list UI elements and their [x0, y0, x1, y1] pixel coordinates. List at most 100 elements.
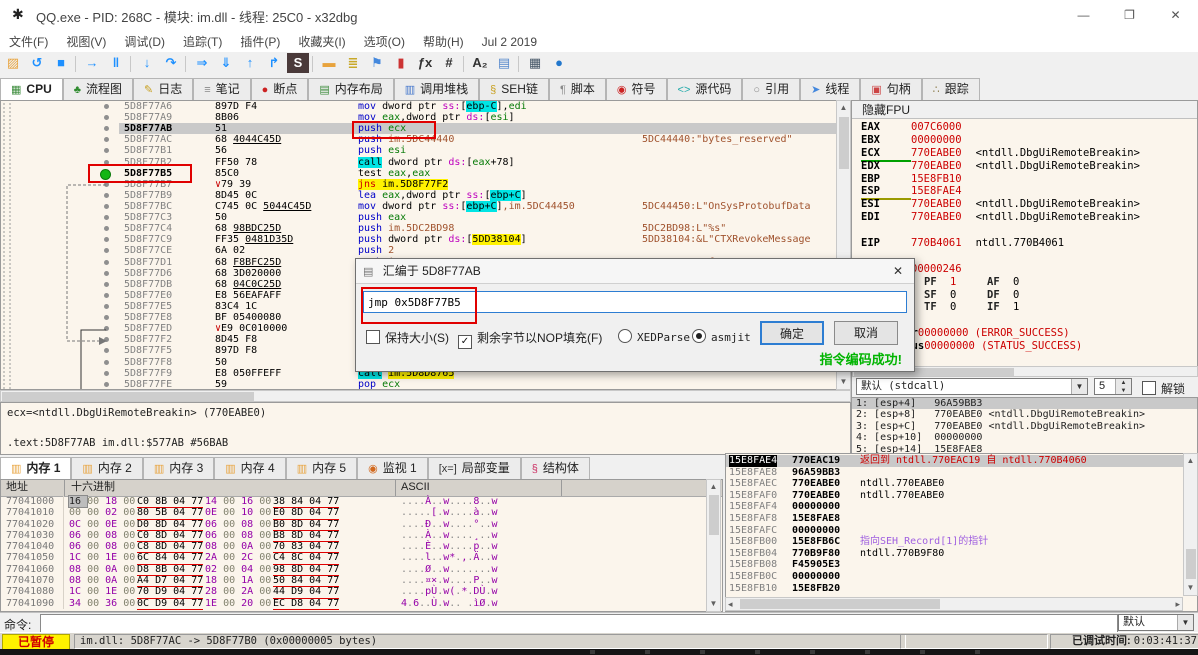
build-date[interactable]: Jul 2 2019: [473, 32, 546, 52]
function-icon[interactable]: ƒx: [414, 53, 436, 73]
stack-row[interactable]: 15E8FAE4 770EAC19 返回到 ntdll.770EAC19 自 ntd…: [726, 455, 1197, 467]
memory-row[interactable]: 77041060 08 00 0A 00 D8 8B 04 77 02 00 04 0…: [1, 563, 722, 577]
tab-memory-map[interactable]: ▤ 内存布局: [308, 78, 394, 100]
memory-row[interactable]: 77041010 00 00 02 00 80 5B 04 77 0E 00 10 0…: [1, 507, 722, 520]
stop-icon[interactable]: ■: [50, 53, 72, 73]
tab-locals[interactable]: [x=] 局部变量: [427, 457, 521, 479]
nop-fill-checkbox[interactable]: ✓ 剩余字节以NOP填充(F): [458, 329, 602, 349]
taskbar-icon[interactable]: [920, 650, 925, 654]
argument-row[interactable]: 3: [esp+C] 770EABE0 <ntdll.DbgUiRemoteBr…: [852, 421, 1197, 432]
register-row[interactable]: ECX 770EABE0 <ntdll.DbgUiRemoteBreakin>: [852, 147, 1197, 162]
register-row[interactable]: EIP 770B4061 ntdll.770B4061: [852, 237, 1197, 250]
register-row[interactable]: EDI 770EABE0 <ntdll.DbgUiRemoteBreakin>: [852, 211, 1197, 224]
stack-row[interactable]: 15E8FB00 15E8FB6C 指向SEH_Record[1]的指针: [726, 536, 1197, 548]
arg-count-stepper[interactable]: 5 ▲ ▼: [1094, 378, 1132, 395]
tab-script[interactable]: ¶ 脚本: [548, 78, 606, 100]
fpu-toggle[interactable]: 隐藏FPU: [852, 101, 1197, 119]
memory-row[interactable]: 77041070 08 00 0A 00 A4 D7 04 77 18 00 1A 0…: [1, 575, 722, 588]
stack-row[interactable]: 15E8FB10 15E8FB20: [726, 583, 1197, 595]
step-out-icon[interactable]: ↑: [239, 53, 261, 73]
tab-handles[interactable]: ▣ 句柄: [860, 78, 922, 100]
memory-row[interactable]: 77041050 1C 00 1E 00 6C 84 04 77 2A 00 2C 0…: [1, 552, 722, 565]
stack-row[interactable]: 15E8FAFC 00000000: [726, 525, 1197, 537]
memory-row[interactable]: 77041020 0C 00 0E 00 D0 8D 04 77 06 00 08 0…: [1, 518, 722, 531]
stepper-arrows-icon[interactable]: ▲ ▼: [1115, 379, 1131, 394]
register-row[interactable]: EAX 007C6000: [852, 121, 1197, 134]
comment-icon[interactable]: ≣: [342, 53, 364, 73]
memory-row[interactable]: 77041090 34 00 36 00 0C D9 04 77 1E 00 20 0…: [1, 597, 722, 610]
assemble-icon[interactable]: A₂: [469, 53, 491, 73]
memory-row[interactable]: 77041080 1C 00 1E 00 70 D9 04 77 28 00 2A 0…: [1, 586, 722, 599]
open-file-icon[interactable]: ▨: [2, 53, 24, 73]
tab-graph[interactable]: ♣ 流程图: [62, 78, 133, 100]
stack-hscrollbar[interactable]: ◂ ▸: [725, 597, 1183, 611]
register-row[interactable]: ESP 15E8FAE4: [852, 185, 1197, 201]
pause-icon[interactable]: ‖: [105, 53, 127, 73]
disasm-row[interactable]: 5D8F77BC C745 0C 5044C45D mov dword ptr ss…: [1, 200, 851, 212]
taskbar-icon[interactable]: [810, 650, 815, 654]
step-over-icon[interactable]: ↷: [160, 53, 182, 73]
command-input[interactable]: [40, 614, 1118, 634]
menu-item[interactable]: 收藏夹(I): [289, 30, 354, 53]
taskbar-icon[interactable]: [700, 650, 705, 654]
taskbar-icon[interactable]: [755, 650, 760, 654]
disasm-row[interactable]: 5D8F77B1 56 push esi: [1, 145, 851, 156]
dialog-title-bar[interactable]: ▤ 汇编于 5D8F77AB ✕: [356, 259, 914, 284]
hash-icon[interactable]: #: [438, 53, 460, 73]
stack-panel[interactable]: 15E8FAE4 770EAC19 返回到 ntdll.770EAC19 自 ntd…: [725, 453, 1198, 612]
windows-taskbar[interactable]: [0, 649, 1198, 655]
run-to-user-code-icon[interactable]: ↱: [263, 53, 285, 73]
tab-seh[interactable]: § SEH链: [479, 78, 549, 100]
disasm-row[interactable]: 5D8F77C4 68 98BDC25D push im.5DC2BD98 5DC2B…: [1, 223, 851, 234]
menu-item[interactable]: 选项(O): [355, 30, 414, 53]
restart-icon[interactable]: ↺: [26, 53, 48, 73]
taskbar-icon[interactable]: [645, 650, 650, 654]
run-until-icon[interactable]: ⇒: [191, 53, 213, 73]
argument-row[interactable]: 1: [esp+4] 96A59BB3: [852, 398, 1197, 410]
tab-dump-2[interactable]: ▥ 内存 2: [71, 457, 143, 479]
tab-dump-1[interactable]: ▥ 内存 1: [0, 457, 72, 481]
register-row[interactable]: EBP 15E8FB10: [852, 173, 1197, 186]
taskbar-icon[interactable]: [865, 650, 870, 654]
tab-source[interactable]: <> 源代码: [666, 78, 743, 100]
disasm-hscrollbar[interactable]: [0, 390, 851, 402]
stack-row[interactable]: 15E8FAEC 770EABE0 ntdll.770EABE0: [726, 478, 1197, 490]
menu-item[interactable]: 视图(V): [57, 30, 115, 53]
chevron-down-icon[interactable]: ▼: [1071, 379, 1087, 394]
stack-row[interactable]: 15E8FAE8 96A59BB3: [726, 467, 1197, 479]
stack-row[interactable]: 15E8FAF8 15E8FAE8: [726, 513, 1197, 525]
tab-watch-1[interactable]: ◉ 监视 1: [357, 457, 428, 479]
memory-row[interactable]: 77041040 06 00 08 00 C8 8D 04 77 08 00 0A 0…: [1, 541, 722, 554]
taskbar-icon[interactable]: [975, 650, 980, 654]
minimize-button[interactable]: —: [1061, 0, 1106, 30]
stack-vscrollbar[interactable]: ▲ ▼: [1183, 453, 1198, 596]
memory-vscrollbar[interactable]: ▲ ▼: [706, 479, 721, 612]
tab-log[interactable]: ✎ 日志: [132, 78, 194, 100]
stack-row[interactable]: 15E8FB08 F45905E3: [726, 559, 1197, 571]
animate-into-icon[interactable]: ⇓: [215, 53, 237, 73]
run-icon[interactable]: →: [81, 53, 103, 73]
memory-row[interactable]: 77041000 16 00 18 00 C0 8B 04 77 14 00 16 0…: [1, 495, 722, 509]
tab-dump-4[interactable]: ▥ 内存 4: [214, 457, 286, 479]
strings-icon[interactable]: S: [287, 53, 309, 73]
tab-threads[interactable]: ➤ 线程: [800, 78, 861, 100]
disasm-row[interactable]: 5D8F77CE 6A 02 push 2: [1, 245, 851, 256]
disasm-row[interactable]: 5D8F77FE 59 pop ecx: [1, 379, 851, 389]
unlock-checkbox[interactable]: 解锁: [1142, 380, 1185, 397]
tab-breakpoints[interactable]: ● 断点: [250, 78, 309, 100]
taskbar-icon[interactable]: [590, 650, 595, 654]
tab-references[interactable]: ○ 引用: [742, 78, 801, 100]
chevron-down-icon[interactable]: ▼: [1177, 615, 1193, 630]
stack-row[interactable]: 15E8FB0C 00000000: [726, 571, 1197, 583]
menu-item[interactable]: 插件(P): [231, 30, 289, 53]
bookmark-icon[interactable]: ▮: [390, 53, 412, 73]
tab-notes[interactable]: ≡ 笔记: [193, 78, 251, 100]
menu-item[interactable]: 追踪(T): [174, 30, 231, 53]
tab-trace[interactable]: ∴ 跟踪: [921, 78, 980, 100]
convention-select[interactable]: 默认 (stdcall) ▼: [856, 378, 1088, 395]
arguments-panel[interactable]: 1: [esp+4] 96A59BB3 2: [esp+8] 770EABE0 <…: [851, 397, 1198, 455]
stack-row[interactable]: 15E8FAF0 770EABE0 ntdll.770EABE0: [726, 490, 1197, 502]
tab-dump-3[interactable]: ▥ 内存 3: [142, 457, 215, 479]
tab-symbols[interactable]: ◉ 符号: [605, 78, 667, 100]
tab-call-stack[interactable]: ▥ 调用堆栈: [393, 78, 480, 100]
